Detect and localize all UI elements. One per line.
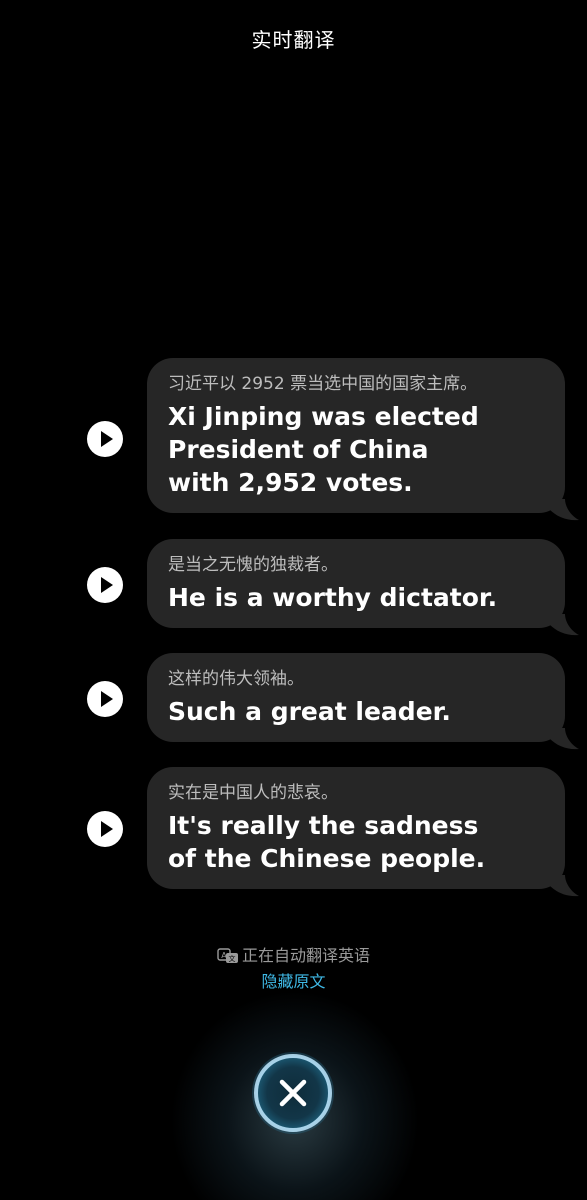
bubble-tail	[549, 499, 579, 521]
message-bubble: 是当之无愧的独裁者。 He is a worthy dictator.	[147, 539, 579, 636]
source-text: 这样的伟大领袖。	[168, 669, 304, 689]
message-bubble: 这样的伟大领袖。 Such a great leader.	[147, 653, 579, 750]
play-button[interactable]	[87, 421, 123, 457]
play-icon	[101, 821, 113, 837]
source-text: 实在是中国人的悲哀。	[168, 783, 338, 803]
auto-translate-status: A 文 正在自动翻译英语	[0, 942, 587, 968]
source-text: 是当之无愧的独裁者。	[168, 555, 338, 575]
translation-line: Xi Jinping was elected	[168, 402, 479, 431]
translation-text: It's really the sadness of the Chinese p…	[168, 809, 545, 875]
translation-line: President of China	[168, 435, 429, 464]
translation-line: Such a great leader.	[168, 697, 451, 726]
translation-line: with 2,952 votes.	[168, 468, 413, 497]
play-icon	[101, 691, 113, 707]
translation-line: of the Chinese people.	[168, 844, 486, 873]
translation-text: Such a great leader.	[168, 695, 545, 728]
translate-icon: A 文	[217, 948, 239, 968]
hide-original-button[interactable]: 隐藏原文	[0, 968, 587, 992]
message-bubble: 实在是中国人的悲哀。 It's really the sadness of th…	[147, 767, 579, 897]
source-text: 习近平以 2952 票当选中国的国家主席。	[168, 374, 478, 394]
play-button[interactable]	[87, 811, 123, 847]
play-icon	[101, 577, 113, 593]
play-icon	[101, 431, 113, 447]
translation-text: He is a worthy dictator.	[168, 581, 545, 614]
bubble-tail	[549, 875, 579, 897]
bubble-tail	[549, 728, 579, 750]
translation-line: It's really the sadness	[168, 811, 479, 840]
bubble-tail	[549, 614, 579, 636]
translation-text: Xi Jinping was elected President of Chin…	[168, 400, 545, 499]
translation-line: He is a worthy dictator.	[168, 583, 498, 612]
close-button[interactable]	[251, 1051, 335, 1135]
svg-text:文: 文	[228, 954, 235, 963]
play-button[interactable]	[87, 567, 123, 603]
close-icon	[252, 1052, 334, 1134]
play-button[interactable]	[87, 681, 123, 717]
page-title: 实时翻译	[251, 28, 336, 52]
message-bubble: 习近平以 2952 票当选中国的国家主席。 Xi Jinping was ele…	[147, 358, 579, 521]
status-text: 正在自动翻译英语	[241, 946, 370, 965]
